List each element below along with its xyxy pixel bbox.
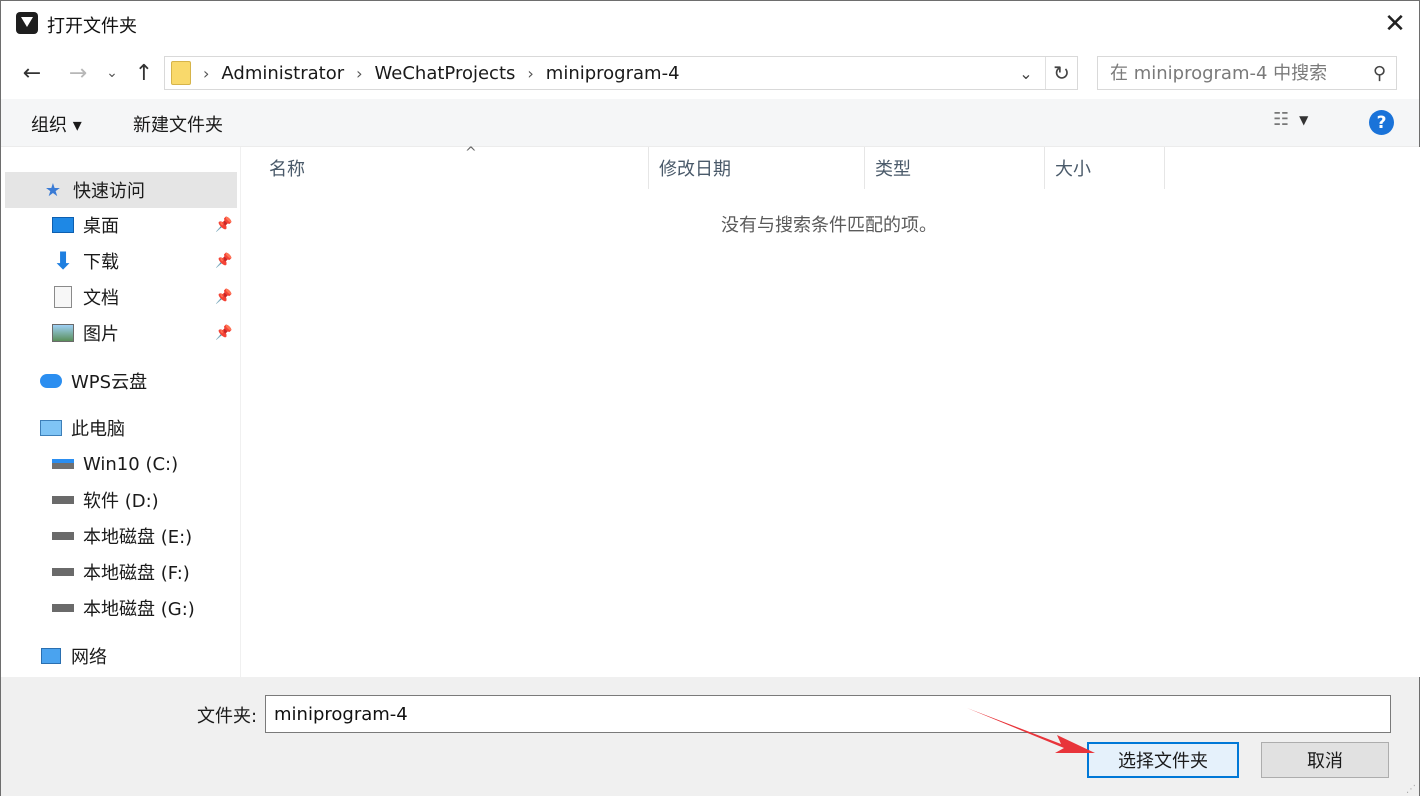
download-icon: ⬇	[52, 247, 74, 275]
window-title: 打开文件夹	[47, 16, 137, 37]
cloud-icon	[39, 369, 63, 393]
chevron-down-icon: ⌄	[1019, 63, 1033, 83]
cancel-button[interactable]: 取消	[1261, 742, 1389, 778]
breadcrumb-wechatprojects[interactable]: WeChatProjects	[375, 63, 516, 84]
sidebar-item-this-pc[interactable]: 此电脑	[39, 410, 229, 446]
breadcrumb-miniprogram-4[interactable]: miniprogram-4	[546, 63, 680, 84]
close-icon: ✕	[1384, 9, 1406, 39]
select-folder-button[interactable]: 选择文件夹	[1087, 742, 1239, 778]
column-header-label: 类型	[875, 159, 911, 180]
caret-down-icon: ▼	[1299, 112, 1309, 127]
column-header-type[interactable]: 类型	[865, 147, 1045, 189]
sidebar-item-pictures[interactable]: 图片	[51, 315, 231, 351]
sort-ascending-icon: ^	[465, 145, 477, 161]
open-folder-dialog: 打开文件夹 ✕ ← → ⌄ ↑ › Administrator › WeChat…	[0, 0, 1420, 796]
windows-drive-icon	[51, 452, 75, 476]
close-button[interactable]: ✕	[1371, 1, 1419, 47]
pin-icon[interactable]: 📌	[215, 253, 232, 269]
address-bar[interactable]: › Administrator › WeChatProjects › minip…	[164, 56, 1078, 90]
refresh-button[interactable]: ↻	[1045, 57, 1077, 89]
help-icon[interactable]: ?	[1369, 110, 1394, 135]
network-icon	[39, 644, 63, 668]
recent-locations-button[interactable]: ⌄	[101, 47, 123, 99]
search-box: ⚲	[1097, 56, 1397, 90]
folder-name-input[interactable]	[265, 695, 1391, 733]
sidebar-item-drive-d[interactable]: 软件 (D:)	[51, 482, 231, 518]
sidebar-item-network[interactable]: 网络	[39, 638, 229, 674]
search-icon[interactable]: ⚲	[1373, 63, 1386, 84]
sidebar-item-label: Win10 (C:)	[83, 453, 179, 475]
sidebar-item-label: 本地磁盘 (F:)	[83, 563, 190, 584]
sidebar-item-label: WPS云盘	[71, 372, 148, 393]
sidebar-item-label: 软件 (D:)	[83, 491, 159, 512]
chevron-right-icon: ›	[356, 63, 363, 83]
desktop-icon	[51, 213, 75, 237]
back-button[interactable]: ←	[17, 47, 47, 99]
chevron-down-icon: ⌄	[106, 65, 118, 81]
sidebar-item-drive-f[interactable]: 本地磁盘 (F:)	[51, 554, 231, 590]
chevron-right-icon: ›	[527, 63, 534, 83]
refresh-icon: ↻	[1053, 61, 1070, 85]
sidebar-item-label: 本地磁盘 (G:)	[83, 599, 195, 620]
sidebar-item-drive-e[interactable]: 本地磁盘 (E:)	[51, 518, 231, 554]
folder-icon	[171, 61, 191, 85]
column-header-size[interactable]: 大小	[1045, 147, 1165, 189]
sidebar-item-label: 快速访问	[73, 181, 145, 202]
document-icon	[51, 285, 75, 309]
sidebar-item-drive-c[interactable]: Win10 (C:)	[51, 446, 231, 482]
sidebar-item-label: 此电脑	[71, 419, 125, 440]
command-bar: 组织 ▾ 新建文件夹 ☷ ▼	[1, 99, 1419, 147]
sidebar-item-label: 下载	[83, 252, 119, 273]
sidebar-item-wps-cloud[interactable]: WPS云盘	[39, 363, 229, 399]
column-header-label: 修改日期	[659, 159, 731, 180]
sidebar-item-quick-access[interactable]: ★ 快速访问	[5, 172, 237, 208]
column-header-name[interactable]: 名称 ^	[259, 145, 649, 189]
column-header-label: 名称	[269, 159, 305, 180]
sidebar-item-label: 文档	[83, 288, 119, 309]
up-button[interactable]: ↑	[129, 47, 159, 99]
drive-icon	[51, 524, 75, 548]
sidebar-item-label: 本地磁盘 (E:)	[83, 527, 193, 548]
arrow-right-icon: →	[68, 60, 88, 86]
drive-icon	[51, 488, 75, 512]
arrow-up-icon: ↑	[134, 60, 154, 86]
column-header-label: 大小	[1055, 159, 1091, 180]
app-icon	[16, 12, 38, 34]
sidebar-item-label: 网络	[71, 647, 107, 668]
sidebar-item-label: 图片	[83, 324, 119, 345]
search-input[interactable]	[1110, 62, 1350, 84]
navigation-pane: ★ 快速访问 桌面 📌 ⬇ 下载 📌 文档 📌 图片 📌 WPS云盘 此电脑 W…	[1, 147, 241, 677]
empty-message: 没有与搜索条件匹配的项。	[721, 215, 937, 236]
pin-icon[interactable]: 📌	[215, 289, 232, 305]
address-row: ← → ⌄ ↑ › Administrator › WeChatProjects…	[1, 47, 1419, 99]
pin-icon[interactable]: 📌	[215, 325, 232, 341]
drive-icon	[51, 560, 75, 584]
file-list[interactable]: 名称 ^ 修改日期 类型 大小 没有与搜索条件匹配的项。	[241, 145, 1420, 677]
pin-icon[interactable]: 📌	[215, 217, 232, 233]
sidebar-item-desktop[interactable]: 桌面	[51, 207, 231, 243]
details-view-icon: ☷	[1273, 109, 1289, 130]
new-folder-button[interactable]: 新建文件夹	[133, 111, 223, 137]
arrow-left-icon: ←	[22, 60, 42, 86]
chevron-right-icon: ›	[203, 63, 210, 83]
organize-button[interactable]: 组织 ▾	[31, 111, 82, 137]
sidebar-item-downloads[interactable]: ⬇ 下载	[51, 243, 231, 279]
folder-label: 文件夹:	[197, 706, 258, 727]
sidebar-item-label: 桌面	[83, 216, 119, 237]
sidebar-item-documents[interactable]: 文档	[51, 279, 231, 315]
pictures-icon	[51, 321, 75, 345]
star-icon: ★	[44, 179, 62, 201]
title-bar: 打开文件夹 ✕	[1, 1, 1419, 47]
footer-panel: 文件夹: 选择文件夹 取消 ⋰	[1, 677, 1419, 796]
breadcrumb-administrator[interactable]: Administrator	[221, 63, 344, 84]
forward-button[interactable]: →	[63, 47, 93, 99]
change-view-button[interactable]: ☷ ▼	[1273, 109, 1308, 130]
resize-grip-icon[interactable]: ⋰	[1406, 784, 1416, 795]
sidebar-item-drive-g[interactable]: 本地磁盘 (G:)	[51, 590, 231, 626]
computer-icon	[39, 416, 63, 440]
column-header-modified[interactable]: 修改日期	[649, 147, 865, 189]
drive-icon	[51, 596, 75, 620]
address-dropdown-button[interactable]: ⌄	[1013, 57, 1039, 89]
